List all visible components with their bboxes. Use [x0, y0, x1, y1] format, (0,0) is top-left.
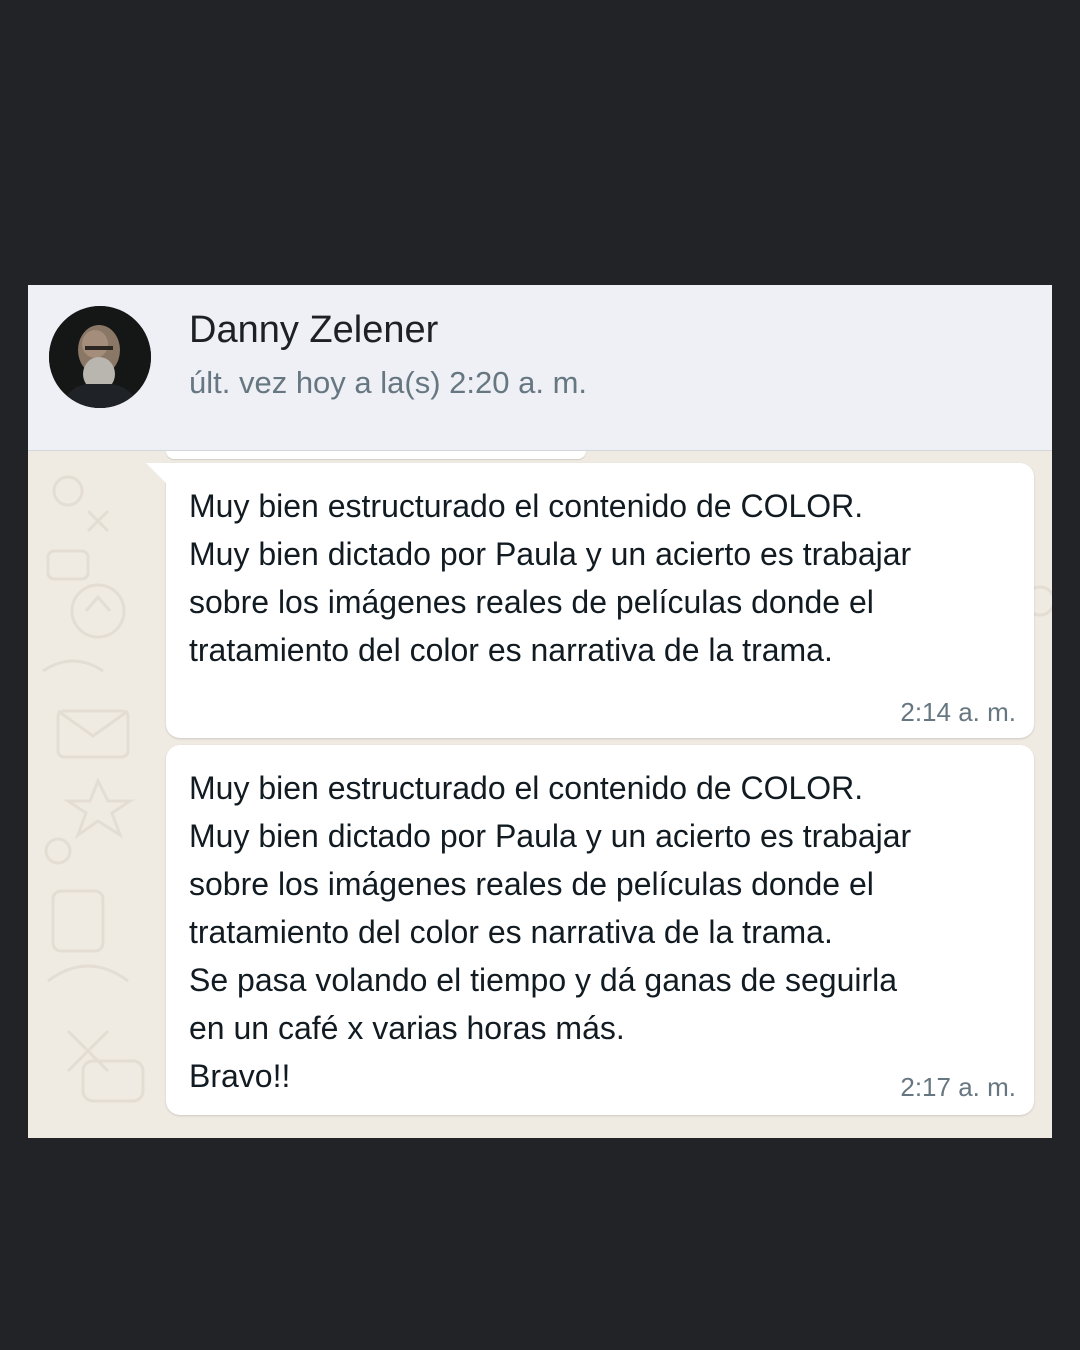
avatar[interactable]	[49, 306, 151, 408]
message-timestamp: 2:14 a. m.	[900, 697, 1016, 727]
message-text: Muy bien estructurado el contenido de CO…	[189, 770, 912, 1094]
profile-photo-icon	[49, 306, 151, 408]
previous-message-fragment	[166, 451, 586, 459]
message-timestamp: 2:17 a. m.	[900, 1072, 1016, 1102]
message-bubble-incoming[interactable]: Muy bien estructurado el contenido de CO…	[166, 745, 1034, 1115]
chat-area[interactable]: Muy bien estructurado el contenido de CO…	[28, 451, 1052, 1138]
chat-header[interactable]: Danny Zelener últ. vez hoy a la(s) 2:20 …	[28, 285, 1052, 451]
last-seen-status: últ. vez hoy a la(s) 2:20 a. m.	[189, 365, 588, 400]
message-text: Muy bien estructurado el contenido de CO…	[189, 488, 912, 668]
bubble-tail	[146, 463, 166, 483]
message-bubble-incoming[interactable]: Muy bien estructurado el contenido de CO…	[146, 463, 1034, 738]
contact-name[interactable]: Danny Zelener	[189, 309, 438, 352]
chat-window: Danny Zelener últ. vez hoy a la(s) 2:20 …	[28, 285, 1052, 1138]
